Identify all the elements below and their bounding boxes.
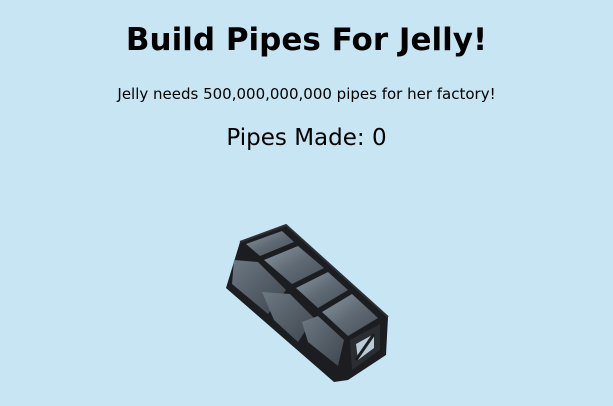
pipe-icon xyxy=(226,223,389,382)
build-pipe-button[interactable] xyxy=(224,222,390,386)
goal-text: Jelly needs 500,000,000,000 pipes for he… xyxy=(117,85,496,103)
pipes-counter-value: 0 xyxy=(371,125,387,151)
pipes-counter-label: Pipes Made: xyxy=(226,125,372,151)
game-screen: Build Pipes For Jelly! Jelly needs 500,0… xyxy=(0,0,613,406)
pipes-counter: Pipes Made: 0 xyxy=(0,122,613,154)
game-title: Build Pipes For Jelly! xyxy=(125,22,488,58)
